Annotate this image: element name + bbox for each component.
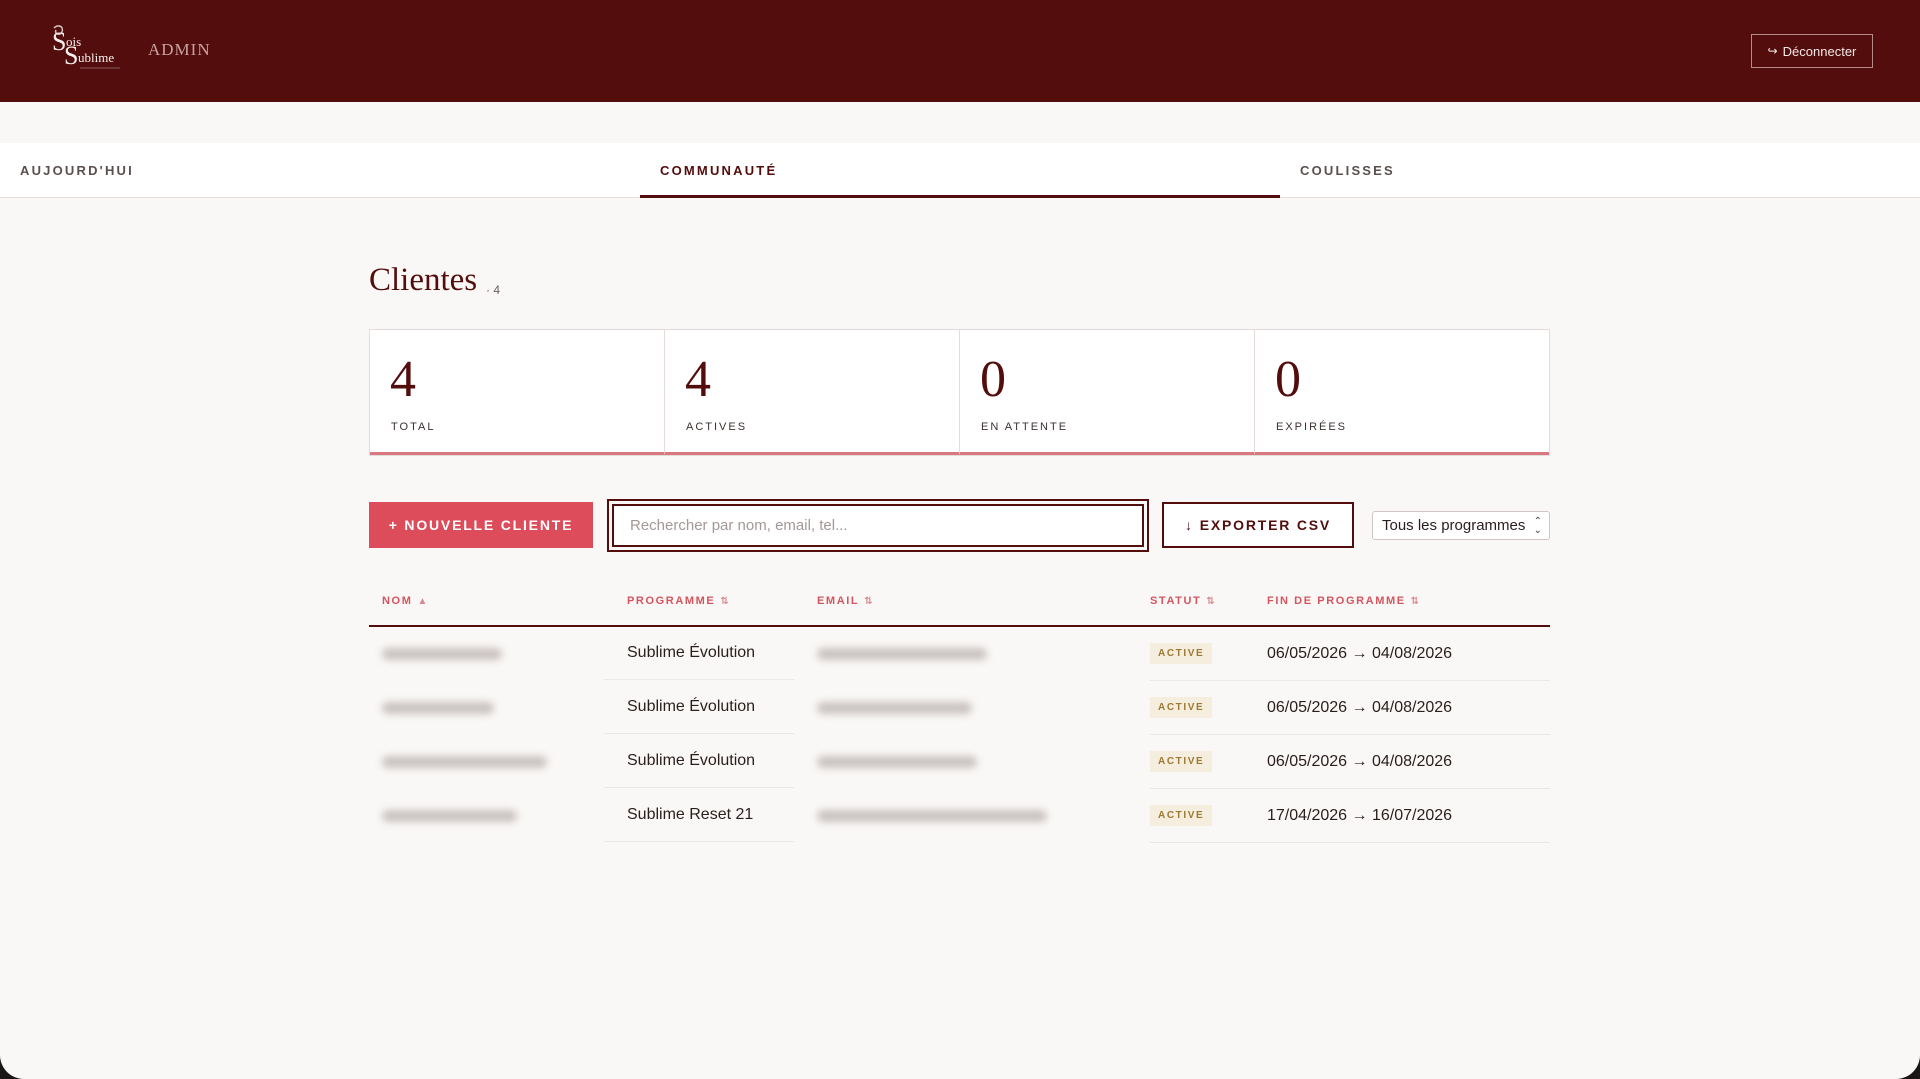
sort-icon: ⇅ — [1410, 596, 1421, 607]
programme-end-cell: 06/05/2026 → 04/08/2026 — [1267, 698, 1453, 716]
stat-value: 4 — [685, 351, 711, 408]
program-filter-select[interactable]: Tous les programmes ⌃ ⌄ — [1372, 511, 1550, 540]
program-filter-value: Tous les programmes — [1382, 517, 1526, 534]
email-redacted — [817, 681, 1117, 734]
stat-value: 0 — [1275, 351, 1301, 408]
status-badge: ACTIVE — [1150, 751, 1213, 772]
client-name-redacted — [382, 735, 612, 788]
svg-text:ublime: ublime — [78, 50, 114, 65]
programme-cell: Sublime Évolution — [604, 735, 794, 788]
top-bar: S ois S ublime ADMIN ↪ Déconnecter — [0, 0, 1920, 102]
clients-table: NOM ▲ PROGRAMME ⇅ EMAIL ⇅ STATUT ⇅ FIN DE PR… — [369, 580, 1550, 843]
logout-arrow-icon: ↪ — [1767, 44, 1778, 58]
svg-text:S: S — [64, 41, 78, 70]
column-header-statut[interactable]: STATUT ⇅ — [1150, 595, 1216, 607]
email-redacted — [817, 789, 1117, 842]
tab-communaute[interactable]: COMMUNAUTÉ — [660, 143, 777, 197]
sort-icon: ⇅ — [720, 596, 731, 607]
stats-cards: 4 TOTAL 4 ACTIVES 0 EN ATTENTE 0 EXPIRÉE… — [369, 329, 1550, 456]
programme-end-cell: 06/05/2026 → 04/08/2026 — [1267, 644, 1453, 662]
stat-card-en-attente: 0 EN ATTENTE — [960, 330, 1255, 455]
stat-label: EXPIRÉES — [1276, 421, 1348, 433]
search-field-wrapper — [607, 499, 1149, 552]
column-header-email[interactable]: EMAIL ⇅ — [817, 595, 874, 607]
search-input[interactable] — [612, 504, 1144, 547]
programme-cell: Sublime Évolution — [604, 681, 794, 734]
email-redacted — [817, 627, 1117, 680]
page-count: · 4 — [486, 283, 501, 297]
tab-coulisses[interactable]: COULISSES — [1300, 143, 1395, 197]
logout-label: Déconnecter — [1782, 43, 1857, 59]
client-name-redacted — [382, 681, 612, 734]
stat-label: EN ATTENTE — [981, 421, 1069, 433]
table-header: NOM ▲ PROGRAMME ⇅ EMAIL ⇅ STATUT ⇅ FIN DE PR… — [369, 580, 1550, 627]
new-client-button[interactable]: + NOUVELLE CLIENTE — [369, 502, 593, 548]
table-row[interactable]: Sublime Évolution ACTIVE 06/05/2026 → 04… — [369, 735, 1550, 789]
window-corner — [0, 1031, 48, 1079]
logout-button[interactable]: ↪ Déconnecter — [1751, 34, 1873, 68]
updown-chevron-icon: ⌃ ⌄ — [1533, 516, 1542, 536]
stat-value: 0 — [980, 351, 1006, 408]
client-name-redacted — [382, 627, 612, 680]
programme-end-cell: 06/05/2026 → 04/08/2026 — [1267, 752, 1453, 770]
status-badge: ACTIVE — [1150, 643, 1213, 664]
column-header-fin-de-programme[interactable]: FIN DE PROGRAMME ⇅ — [1267, 595, 1421, 607]
client-name-redacted — [382, 789, 612, 842]
table-row[interactable]: Sublime Évolution ACTIVE 06/05/2026 → 04… — [369, 627, 1550, 681]
download-arrow-icon: ↓ — [1184, 517, 1194, 533]
stat-card-actives: 4 ACTIVES — [665, 330, 960, 455]
sort-asc-icon: ▲ — [417, 596, 429, 607]
stat-label: ACTIVES — [686, 421, 748, 433]
page-title: Clientes — [369, 262, 478, 298]
sort-icon: ⇅ — [864, 596, 875, 607]
tab-aujourdhui[interactable]: AUJOURD'HUI — [20, 143, 134, 197]
export-csv-button[interactable]: ↓ EXPORTER CSV — [1162, 502, 1354, 548]
stat-card-total: 4 TOTAL — [370, 330, 665, 455]
column-header-nom[interactable]: NOM ▲ — [382, 595, 429, 607]
sois-sublime-logo[interactable]: S ois S ublime — [50, 24, 126, 72]
stat-label: TOTAL — [391, 421, 436, 433]
status-badge: ACTIVE — [1150, 697, 1213, 718]
email-redacted — [817, 735, 1117, 788]
stat-value: 4 — [390, 351, 416, 408]
window-corner — [1872, 1031, 1920, 1079]
programme-end-cell: 17/04/2026 → 16/07/2026 — [1267, 806, 1453, 824]
table-row[interactable]: Sublime Reset 21 ACTIVE 17/04/2026 → 16/… — [369, 789, 1550, 843]
sort-icon: ⇅ — [1206, 596, 1217, 607]
status-badge: ACTIVE — [1150, 805, 1213, 826]
table-row[interactable]: Sublime Évolution ACTIVE 06/05/2026 → 04… — [369, 681, 1550, 735]
programme-cell: Sublime Évolution — [604, 627, 794, 680]
programme-cell: Sublime Reset 21 — [604, 789, 794, 842]
admin-label: ADMIN — [148, 40, 211, 59]
column-header-programme[interactable]: PROGRAMME ⇅ — [627, 595, 730, 607]
main-tabs: AUJOURD'HUI COMMUNAUTÉ COULISSES — [0, 143, 1920, 198]
active-tab-indicator — [640, 195, 1280, 198]
export-csv-label: EXPORTER CSV — [1199, 517, 1332, 533]
stat-card-expirees: 0 EXPIRÉES — [1255, 330, 1549, 455]
